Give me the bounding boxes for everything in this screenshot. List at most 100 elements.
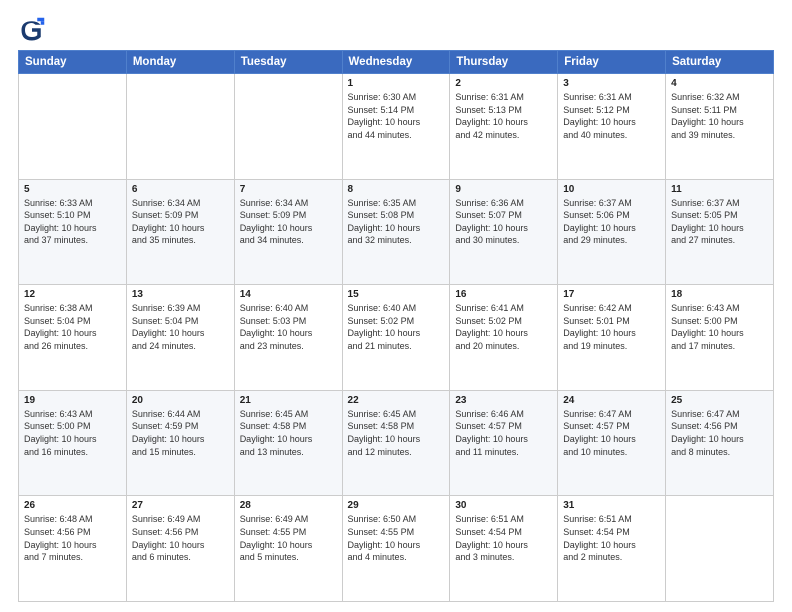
day-info: Sunrise: 6:40 AM Sunset: 5:02 PM Dayligh… bbox=[348, 302, 445, 352]
calendar-cell: 23 Sunrise: 6:46 AM Sunset: 4:57 PM Dayli… bbox=[450, 390, 558, 496]
day-number: 6 bbox=[132, 184, 229, 195]
day-info: Sunrise: 6:37 AM Sunset: 5:06 PM Dayligh… bbox=[563, 197, 660, 247]
day-number: 30 bbox=[455, 500, 552, 511]
day-number: 18 bbox=[671, 289, 768, 300]
calendar-cell bbox=[19, 74, 127, 180]
calendar-cell: 18 Sunrise: 6:43 AM Sunset: 5:00 PM Dayli… bbox=[666, 285, 774, 391]
header-cell-friday: Friday bbox=[558, 51, 666, 74]
day-info: Sunrise: 6:43 AM Sunset: 5:00 PM Dayligh… bbox=[671, 302, 768, 352]
day-number: 29 bbox=[348, 500, 445, 511]
day-number: 20 bbox=[132, 395, 229, 406]
calendar-cell: 22 Sunrise: 6:45 AM Sunset: 4:58 PM Dayli… bbox=[342, 390, 450, 496]
day-number: 23 bbox=[455, 395, 552, 406]
calendar-cell: 17Sunrise: 6:42 AM Sunset: 5:01 PM Dayli… bbox=[558, 285, 666, 391]
calendar-cell: 8 Sunrise: 6:35 AM Sunset: 5:08 PM Daylig… bbox=[342, 179, 450, 285]
day-number: 26 bbox=[24, 500, 121, 511]
calendar-cell: 2Sunrise: 6:31 AM Sunset: 5:13 PM Daylig… bbox=[450, 74, 558, 180]
calendar-cell: 30 Sunrise: 6:51 AM Sunset: 4:54 PM Dayli… bbox=[450, 496, 558, 602]
day-info: Sunrise: 6:41 AM Sunset: 5:02 PM Dayligh… bbox=[455, 302, 552, 352]
day-number: 15 bbox=[348, 289, 445, 300]
day-info: Sunrise: 6:32 AM Sunset: 5:11 PM Dayligh… bbox=[671, 91, 768, 141]
day-number: 19 bbox=[24, 395, 121, 406]
calendar-week-4: 19 Sunrise: 6:43 AM Sunset: 5:00 PM Dayli… bbox=[19, 390, 774, 496]
day-info: Sunrise: 6:36 AM Sunset: 5:07 PM Dayligh… bbox=[455, 197, 552, 247]
calendar-cell: 19 Sunrise: 6:43 AM Sunset: 5:00 PM Dayli… bbox=[19, 390, 127, 496]
calendar-cell bbox=[234, 74, 342, 180]
calendar-table: SundayMondayTuesdayWednesdayThursdayFrid… bbox=[18, 50, 774, 602]
day-number: 22 bbox=[348, 395, 445, 406]
day-number: 7 bbox=[240, 184, 337, 195]
day-info: Sunrise: 6:45 AM Sunset: 4:58 PM Dayligh… bbox=[348, 408, 445, 458]
calendar-cell: 20 Sunrise: 6:44 AM Sunset: 4:59 PM Dayli… bbox=[126, 390, 234, 496]
calendar-cell: 27Sunrise: 6:49 AM Sunset: 4:56 PM Dayli… bbox=[126, 496, 234, 602]
day-number: 3 bbox=[563, 78, 660, 89]
day-info: Sunrise: 6:44 AM Sunset: 4:59 PM Dayligh… bbox=[132, 408, 229, 458]
header-cell-wednesday: Wednesday bbox=[342, 51, 450, 74]
day-number: 24 bbox=[563, 395, 660, 406]
calendar-cell: 9 Sunrise: 6:36 AM Sunset: 5:07 PM Daylig… bbox=[450, 179, 558, 285]
calendar-cell: 11 Sunrise: 6:37 AM Sunset: 5:05 PM Dayli… bbox=[666, 179, 774, 285]
header-cell-thursday: Thursday bbox=[450, 51, 558, 74]
calendar-cell: 14Sunrise: 6:40 AM Sunset: 5:03 PM Dayli… bbox=[234, 285, 342, 391]
day-number: 12 bbox=[24, 289, 121, 300]
day-number: 11 bbox=[671, 184, 768, 195]
calendar-cell: 26 Sunrise: 6:48 AM Sunset: 4:56 PM Dayli… bbox=[19, 496, 127, 602]
page: SundayMondayTuesdayWednesdayThursdayFrid… bbox=[0, 0, 792, 612]
day-info: Sunrise: 6:34 AM Sunset: 5:09 PM Dayligh… bbox=[240, 197, 337, 247]
day-info: Sunrise: 6:31 AM Sunset: 5:12 PM Dayligh… bbox=[563, 91, 660, 141]
calendar-cell: 13Sunrise: 6:39 AM Sunset: 5:04 PM Dayli… bbox=[126, 285, 234, 391]
logo-icon bbox=[18, 16, 46, 44]
day-number: 21 bbox=[240, 395, 337, 406]
calendar-cell: 15 Sunrise: 6:40 AM Sunset: 5:02 PM Dayli… bbox=[342, 285, 450, 391]
calendar-week-3: 12 Sunrise: 6:38 AM Sunset: 5:04 PM Dayli… bbox=[19, 285, 774, 391]
day-info: Sunrise: 6:47 AM Sunset: 4:56 PM Dayligh… bbox=[671, 408, 768, 458]
header-cell-sunday: Sunday bbox=[19, 51, 127, 74]
day-number: 1 bbox=[348, 78, 445, 89]
calendar-cell: 1 Sunrise: 6:30 AM Sunset: 5:14 PM Daylig… bbox=[342, 74, 450, 180]
calendar-body: 1 Sunrise: 6:30 AM Sunset: 5:14 PM Daylig… bbox=[19, 74, 774, 602]
day-info: Sunrise: 6:51 AM Sunset: 4:54 PM Dayligh… bbox=[455, 513, 552, 563]
day-number: 31 bbox=[563, 500, 660, 511]
calendar-cell: 25 Sunrise: 6:47 AM Sunset: 4:56 PM Dayli… bbox=[666, 390, 774, 496]
calendar-cell bbox=[666, 496, 774, 602]
day-number: 28 bbox=[240, 500, 337, 511]
day-info: Sunrise: 6:45 AM Sunset: 4:58 PM Dayligh… bbox=[240, 408, 337, 458]
calendar-week-5: 26 Sunrise: 6:48 AM Sunset: 4:56 PM Dayli… bbox=[19, 496, 774, 602]
calendar-cell: 10 Sunrise: 6:37 AM Sunset: 5:06 PM Dayli… bbox=[558, 179, 666, 285]
day-info: Sunrise: 6:43 AM Sunset: 5:00 PM Dayligh… bbox=[24, 408, 121, 458]
calendar-cell: 4Sunrise: 6:32 AM Sunset: 5:11 PM Daylig… bbox=[666, 74, 774, 180]
day-info: Sunrise: 6:50 AM Sunset: 4:55 PM Dayligh… bbox=[348, 513, 445, 563]
calendar-cell: 31 Sunrise: 6:51 AM Sunset: 4:54 PM Dayli… bbox=[558, 496, 666, 602]
day-info: Sunrise: 6:46 AM Sunset: 4:57 PM Dayligh… bbox=[455, 408, 552, 458]
header-cell-monday: Monday bbox=[126, 51, 234, 74]
day-number: 9 bbox=[455, 184, 552, 195]
calendar-cell: 5Sunrise: 6:33 AM Sunset: 5:10 PM Daylig… bbox=[19, 179, 127, 285]
calendar-week-1: 1 Sunrise: 6:30 AM Sunset: 5:14 PM Daylig… bbox=[19, 74, 774, 180]
day-info: Sunrise: 6:31 AM Sunset: 5:13 PM Dayligh… bbox=[455, 91, 552, 141]
calendar-cell bbox=[126, 74, 234, 180]
day-info: Sunrise: 6:48 AM Sunset: 4:56 PM Dayligh… bbox=[24, 513, 121, 563]
header-cell-saturday: Saturday bbox=[666, 51, 774, 74]
day-number: 13 bbox=[132, 289, 229, 300]
day-info: Sunrise: 6:34 AM Sunset: 5:09 PM Dayligh… bbox=[132, 197, 229, 247]
day-number: 8 bbox=[348, 184, 445, 195]
day-info: Sunrise: 6:49 AM Sunset: 4:55 PM Dayligh… bbox=[240, 513, 337, 563]
day-number: 16 bbox=[455, 289, 552, 300]
day-info: Sunrise: 6:49 AM Sunset: 4:56 PM Dayligh… bbox=[132, 513, 229, 563]
calendar-cell: 16 Sunrise: 6:41 AM Sunset: 5:02 PM Dayli… bbox=[450, 285, 558, 391]
day-info: Sunrise: 6:38 AM Sunset: 5:04 PM Dayligh… bbox=[24, 302, 121, 352]
header bbox=[18, 16, 774, 44]
day-info: Sunrise: 6:51 AM Sunset: 4:54 PM Dayligh… bbox=[563, 513, 660, 563]
calendar-cell: 24Sunrise: 6:47 AM Sunset: 4:57 PM Dayli… bbox=[558, 390, 666, 496]
day-number: 17 bbox=[563, 289, 660, 300]
calendar-header: SundayMondayTuesdayWednesdayThursdayFrid… bbox=[19, 51, 774, 74]
day-info: Sunrise: 6:30 AM Sunset: 5:14 PM Dayligh… bbox=[348, 91, 445, 141]
calendar-cell: 6 Sunrise: 6:34 AM Sunset: 5:09 PM Daylig… bbox=[126, 179, 234, 285]
day-info: Sunrise: 6:37 AM Sunset: 5:05 PM Dayligh… bbox=[671, 197, 768, 247]
day-info: Sunrise: 6:35 AM Sunset: 5:08 PM Dayligh… bbox=[348, 197, 445, 247]
day-number: 25 bbox=[671, 395, 768, 406]
calendar-cell: 7 Sunrise: 6:34 AM Sunset: 5:09 PM Daylig… bbox=[234, 179, 342, 285]
day-number: 10 bbox=[563, 184, 660, 195]
day-number: 5 bbox=[24, 184, 121, 195]
calendar-cell: 12 Sunrise: 6:38 AM Sunset: 5:04 PM Dayli… bbox=[19, 285, 127, 391]
